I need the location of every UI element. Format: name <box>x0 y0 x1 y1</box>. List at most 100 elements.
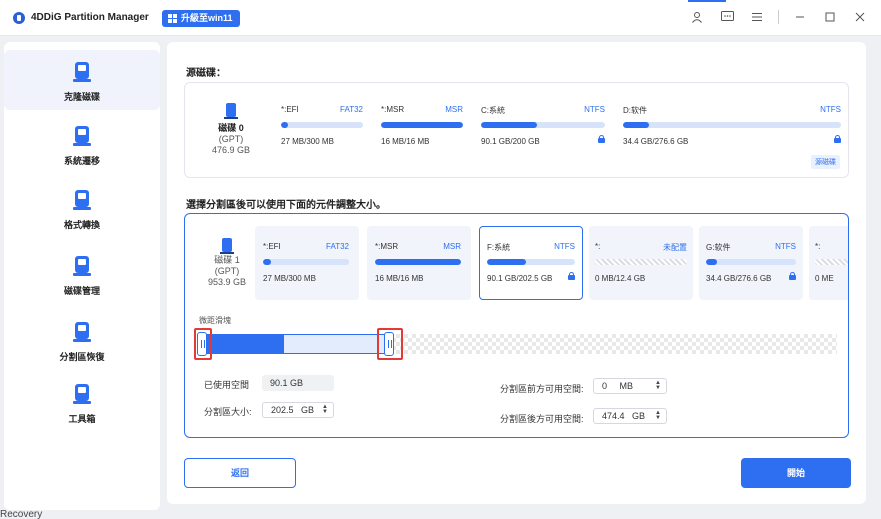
minimize-icon[interactable] <box>791 8 809 26</box>
partition-size: 27 MB/300 MB <box>281 137 334 146</box>
target-disk-card: 磁碟 1 (GPT) 953.9 GB *:EFI FAT32 27 MB/30… <box>184 213 849 438</box>
maximize-icon[interactable] <box>821 8 839 26</box>
partition-usage-fill <box>487 259 526 265</box>
source-disk-badge: 源磁碟 <box>811 155 840 169</box>
partition-name: D:软件 <box>623 106 647 115</box>
partition-name: *:EFI <box>281 105 299 114</box>
source-partition-efi: *:EFI FAT32 27 MB/300 MB <box>281 105 363 146</box>
left-handle-highlight <box>194 328 212 360</box>
partition-size: 16 MB/16 MB <box>381 137 430 146</box>
space-before-value: 0 <box>602 381 608 391</box>
partition-usage-bar <box>706 259 796 265</box>
target-partition-g[interactable]: G:软件 NTFS 34.4 GB/276.6 GB <box>699 226 803 300</box>
toolbox-icon <box>73 384 91 404</box>
partition-name: *:MSR <box>375 242 399 251</box>
upgrade-label: 升級至win11 <box>181 13 233 23</box>
top-accent-line <box>688 0 726 2</box>
partition-size: 27 MB/300 MB <box>263 274 316 283</box>
partition-usage-bar <box>381 122 463 128</box>
sidebar-item-toolbox[interactable]: 工具箱 <box>4 372 160 432</box>
source-partition-msr: *:MSR MSR 16 MB/16 MB <box>381 105 463 146</box>
source-disk-type: (GPT) <box>218 134 244 144</box>
partition-size-label: 分割區大小: <box>204 407 252 417</box>
partition-usage-bar <box>487 259 575 265</box>
partition-fs: MSR <box>443 242 461 251</box>
space-before-unit: MB <box>619 381 634 391</box>
partition-name: F:系統 <box>487 243 511 252</box>
partition-size-stepper[interactable]: 202.5 GB ▲ ▼ <box>262 402 334 418</box>
partition-usage-fill <box>623 122 650 128</box>
close-icon[interactable] <box>851 8 869 26</box>
used-space-label: 已使用空間 <box>204 380 250 390</box>
sidebar-item-label: 系統遷移 <box>63 156 100 166</box>
start-button[interactable]: 開始 <box>741 458 851 488</box>
partition-usage-bar <box>263 259 349 265</box>
upgrade-win11-button[interactable]: 升級至win11 <box>162 10 240 27</box>
right-handle-highlight <box>377 328 403 360</box>
disk-icon <box>220 238 234 254</box>
space-after-stepper[interactable]: 474.4 GB ▲ ▼ <box>593 408 667 424</box>
partition-fs: NTFS <box>554 242 575 251</box>
space-after-unit: GB <box>632 411 646 421</box>
partition-usage-bar <box>375 259 461 265</box>
partition-size: 0 MB/12.4 GB <box>595 274 646 283</box>
partition-usage-bar <box>623 122 841 128</box>
partition-name: *: <box>595 242 601 251</box>
partition-fs: NTFS <box>584 105 605 114</box>
slider-label: 微距滑塊 <box>199 316 231 325</box>
partition-fs: NTFS <box>775 242 796 251</box>
chat-icon[interactable] <box>718 8 736 26</box>
app-title: 4DDiG Partition Manager <box>31 12 149 23</box>
sidebar-item-label: 克隆磁碟 <box>63 92 100 102</box>
partition-size: 0 ME <box>815 274 834 283</box>
sidebar-item-partition-recovery[interactable]: 分割區恢復 <box>4 310 160 370</box>
sidebar-item-label: 格式轉換 <box>63 220 100 230</box>
partition-usage-bar <box>481 122 605 128</box>
titlebar-divider <box>778 10 779 24</box>
partition-name: *:MSR <box>381 105 405 114</box>
menu-icon[interactable] <box>748 8 766 26</box>
target-partition-f-selected[interactable]: F:系統 NTFS 90.1 GB/202.5 GB <box>479 226 583 300</box>
sidebar-item-system-migration[interactable]: 系統遷移 <box>4 114 160 174</box>
partition-content: G:软件 NTFS 34.4 GB/276.6 GB <box>706 242 796 283</box>
partition-size-unit: GB <box>301 405 315 415</box>
back-button[interactable]: 返回 <box>184 458 296 488</box>
disk-management-icon <box>73 256 91 276</box>
window-controls <box>688 8 869 26</box>
spinner-icon[interactable]: ▲ ▼ <box>322 404 328 415</box>
sidebar-item-label: 磁碟管理 <box>63 286 100 296</box>
sidebar-item-label: 工具箱 <box>68 414 96 424</box>
partition-usage-fill <box>706 259 717 265</box>
partition-content: *: 未配置 0 MB/12.4 GB <box>595 242 687 283</box>
partition-name: G:软件 <box>706 243 731 252</box>
spinner-icon[interactable]: ▲ ▼ <box>655 410 661 421</box>
user-icon[interactable] <box>688 8 706 26</box>
partition-size: 34.4 GB/276.6 GB <box>623 137 689 146</box>
source-disk-card: 磁碟 0 (GPT) 476.9 GB *:EFI FAT32 27 MB/30… <box>184 82 849 178</box>
system-migration-icon <box>73 126 91 146</box>
windows-icon <box>168 14 177 23</box>
slider-used-fill <box>200 334 284 354</box>
target-partition-efi[interactable]: *:EFI FAT32 27 MB/300 MB <box>255 226 359 300</box>
lock-icon <box>834 135 841 143</box>
space-after-label: 分割區後方可用空間: <box>500 414 584 424</box>
partition-size: 90.1 GB/200 GB <box>481 137 540 146</box>
unallocated-bar <box>815 259 848 265</box>
app-logo-icon <box>13 12 25 24</box>
target-partition-msr[interactable]: *:MSR MSR 16 MB/16 MB <box>367 226 471 300</box>
sidebar: 克隆磁碟 系統遷移 格式轉換 磁碟管理 分割區恢復 工具箱 <box>4 42 160 510</box>
source-partition-c: C:系統 NTFS 90.1 GB/200 GB <box>481 105 605 146</box>
partition-usage-fill <box>263 259 271 265</box>
partition-fs: NTFS <box>820 105 841 114</box>
target-partition-partial[interactable]: *: 0 ME <box>809 226 848 300</box>
target-partition-unallocated[interactable]: *: 未配置 0 MB/12.4 GB <box>589 226 693 300</box>
space-before-stepper[interactable]: 0 MB ▲ ▼ <box>593 378 667 394</box>
sidebar-item-disk-management[interactable]: 磁碟管理 <box>4 244 160 304</box>
disk-icon <box>224 103 238 119</box>
source-section-title: 源磁碟： <box>186 68 226 79</box>
partition-fs: FAT32 <box>326 242 349 251</box>
sidebar-item-clone-disk[interactable]: 克隆磁碟 <box>4 50 160 110</box>
sidebar-item-format-convert[interactable]: 格式轉換 <box>4 178 160 238</box>
spinner-icon[interactable]: ▲ ▼ <box>655 380 661 391</box>
partition-content: F:系統 NTFS 90.1 GB/202.5 GB <box>487 242 575 283</box>
